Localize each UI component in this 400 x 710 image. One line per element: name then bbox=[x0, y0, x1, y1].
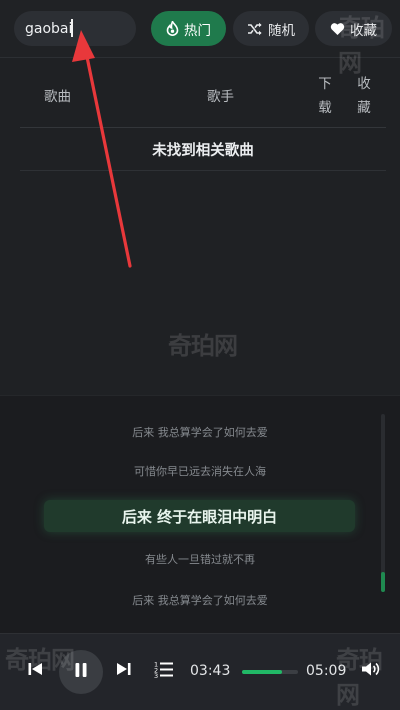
progress-fill bbox=[242, 670, 283, 674]
skip-next-icon bbox=[116, 661, 132, 681]
favorite-button[interactable]: 收藏 bbox=[315, 11, 392, 46]
empty-result-message: 未找到相关歌曲 bbox=[20, 128, 386, 171]
random-label: 随机 bbox=[268, 22, 295, 39]
text-caret bbox=[71, 19, 73, 37]
lyric-line: 后来 我总算学会了如何去爱 bbox=[132, 426, 268, 439]
lyric-line: 后来 我总算学会了如何去爱 bbox=[132, 594, 268, 607]
favorite-label: 收藏 bbox=[350, 22, 377, 39]
progress-bar[interactable] bbox=[242, 670, 298, 674]
column-collect: 收藏 bbox=[357, 76, 371, 116]
lyric-line: 有些人一旦错过就不再 bbox=[145, 553, 255, 566]
pause-button[interactable] bbox=[59, 650, 103, 694]
svg-text:3: 3 bbox=[154, 672, 158, 678]
lyric-line: 可惜你早已远去消失在人海 bbox=[134, 465, 266, 478]
lyrics-panel: 后来 我总算学会了如何去爱 可惜你早已远去消失在人海 后来 终于在眼泪中明白 有… bbox=[0, 395, 400, 633]
lyrics-scrollbar-thumb[interactable] bbox=[381, 572, 385, 592]
shuffle-icon bbox=[247, 22, 263, 36]
player-bar: 1 2 3 03:43 05:09 bbox=[0, 633, 400, 710]
playlist-icon: 1 2 3 bbox=[154, 660, 174, 682]
watermark: 奇珀网 bbox=[168, 332, 238, 360]
next-button[interactable] bbox=[113, 660, 135, 682]
previous-button[interactable] bbox=[24, 660, 46, 682]
current-time: 03:43 bbox=[190, 663, 231, 679]
current-lyric-line: 后来 终于在眼泪中明白 bbox=[44, 500, 355, 532]
random-button[interactable]: 随机 bbox=[233, 11, 309, 46]
top-bar: 热门 随机 收藏 bbox=[0, 0, 400, 58]
column-singer: 歌手 bbox=[207, 89, 234, 105]
heart-icon bbox=[330, 22, 345, 36]
lyrics-scrollbar[interactable] bbox=[381, 414, 385, 592]
column-song: 歌曲 bbox=[44, 89, 71, 105]
search-input[interactable] bbox=[14, 11, 136, 46]
pause-icon bbox=[74, 662, 88, 682]
song-table-header: 歌曲 歌手 下载 收藏 bbox=[20, 58, 386, 128]
music-app: 热门 随机 收藏 歌曲 歌 bbox=[0, 0, 400, 710]
volume-button[interactable] bbox=[360, 660, 382, 682]
hot-label: 热门 bbox=[184, 22, 211, 39]
playlist-button[interactable]: 1 2 3 bbox=[153, 660, 175, 682]
total-time: 05:09 bbox=[306, 663, 347, 679]
hot-button[interactable]: 热门 bbox=[151, 11, 226, 46]
skip-previous-icon bbox=[27, 661, 43, 681]
volume-icon bbox=[361, 661, 381, 681]
column-download: 下载 bbox=[318, 76, 332, 116]
fire-icon bbox=[166, 21, 179, 36]
